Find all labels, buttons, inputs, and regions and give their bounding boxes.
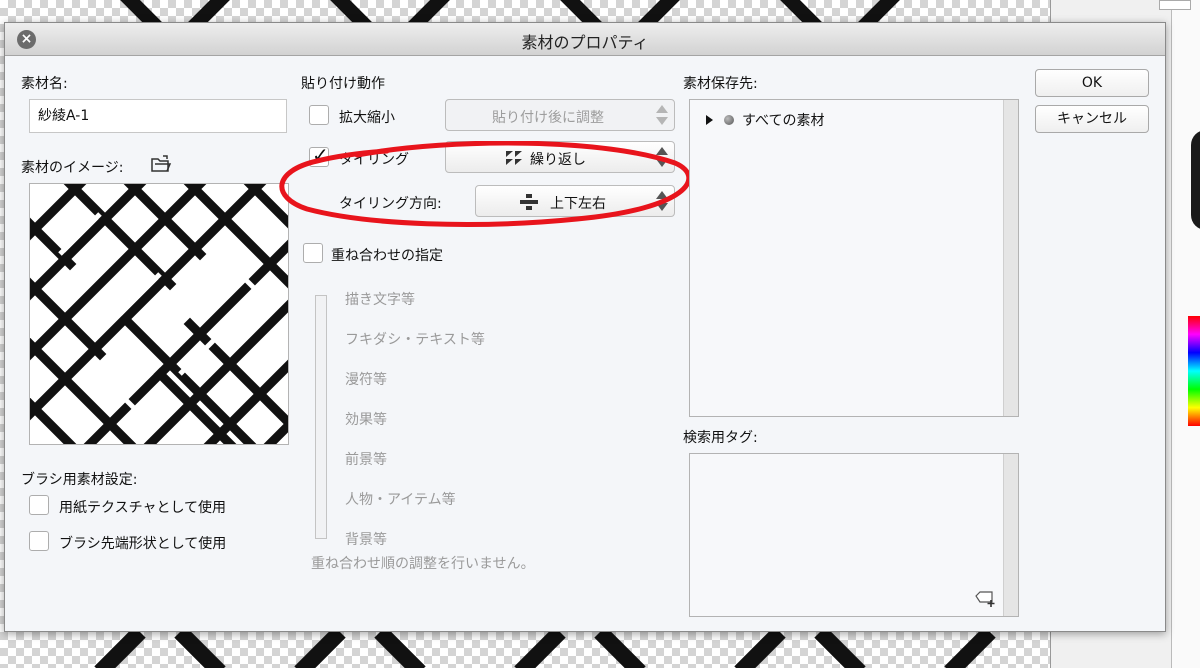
brush-tip-label: ブラシ先端形状として使用 — [59, 536, 227, 552]
tag-scrollbar[interactable] — [1003, 454, 1018, 616]
overlay-note: 重ね合わせ順の調整を行いません。 — [311, 556, 535, 572]
material-folder-icon — [724, 115, 734, 125]
scale-checkbox[interactable] — [309, 105, 329, 125]
paper-texture-checkbox[interactable] — [29, 495, 49, 515]
disclosure-triangle-icon[interactable] — [706, 115, 713, 125]
paste-behavior-label: 貼り付け動作 — [301, 76, 385, 92]
material-name-input[interactable]: 紗綾A-1 — [29, 99, 287, 133]
overlay-label: 重ね合わせの指定 — [331, 248, 443, 264]
layer-order-item: 人物・アイテム等 — [345, 492, 456, 508]
sayagata-pattern-bottom — [94, 632, 996, 668]
scale-popup[interactable]: 貼り付け後に調整 — [445, 99, 675, 131]
cancel-button[interactable]: キャンセル — [1035, 105, 1149, 133]
paper-texture-label: 用紙テクスチャとして使用 — [59, 500, 227, 516]
hue-slider[interactable] — [1188, 316, 1200, 426]
layer-order-item: 描き文字等 — [345, 292, 415, 308]
layer-order-item: 漫符等 — [345, 372, 387, 388]
layer-order-item: 背景等 — [345, 532, 387, 548]
ok-button[interactable]: OK — [1035, 69, 1149, 97]
brush-tip-checkbox[interactable] — [29, 531, 49, 551]
layer-order-item: フキダシ・テキスト等 — [345, 332, 485, 348]
search-tag-label: 検索用タグ: — [683, 430, 758, 446]
sayagata-pattern-top — [120, 0, 900, 22]
dialog-title: 素材のプロパティ — [521, 33, 649, 52]
layer-order-slider[interactable] — [315, 295, 327, 539]
color-wheel-fragment — [1191, 130, 1200, 230]
sayagata-pattern-image — [30, 184, 288, 444]
save-location-label: 素材保存先: — [683, 76, 758, 92]
tree-item-all-materials[interactable]: すべての素材 — [742, 110, 824, 130]
layer-order-item: 前景等 — [345, 452, 387, 468]
dialog-titlebar: × 素材のプロパティ — [5, 23, 1165, 56]
stepper-arrows-icon — [655, 105, 669, 125]
material-image-preview — [29, 183, 289, 445]
material-name-label: 素材名: — [21, 76, 68, 92]
material-image-label: 素材のイメージ: — [21, 160, 124, 176]
layer-order-item: 効果等 — [345, 412, 387, 428]
palette-widget — [1159, 0, 1191, 10]
add-tag-icon[interactable] — [974, 590, 998, 608]
red-annotation-circle — [279, 141, 692, 227]
canvas-pattern-bottom — [0, 632, 1050, 668]
save-location-tree[interactable]: すべての素材 — [689, 99, 1019, 417]
scale-label: 拡大縮小 — [339, 110, 395, 126]
tree-scrollbar[interactable] — [1003, 100, 1018, 416]
overlay-checkbox[interactable] — [303, 243, 323, 263]
search-tag-box[interactable] — [689, 453, 1019, 617]
brush-settings-label: ブラシ用素材設定: — [21, 472, 138, 488]
material-properties-dialog: × 素材のプロパティ 素材名: 紗綾A-1 素材のイメージ: ブラシ用素材設定:… — [4, 22, 1166, 632]
scale-popup-value: 貼り付け後に調整 — [492, 110, 604, 126]
open-folder-icon[interactable] — [149, 153, 173, 175]
canvas-pattern-top — [0, 0, 1050, 22]
